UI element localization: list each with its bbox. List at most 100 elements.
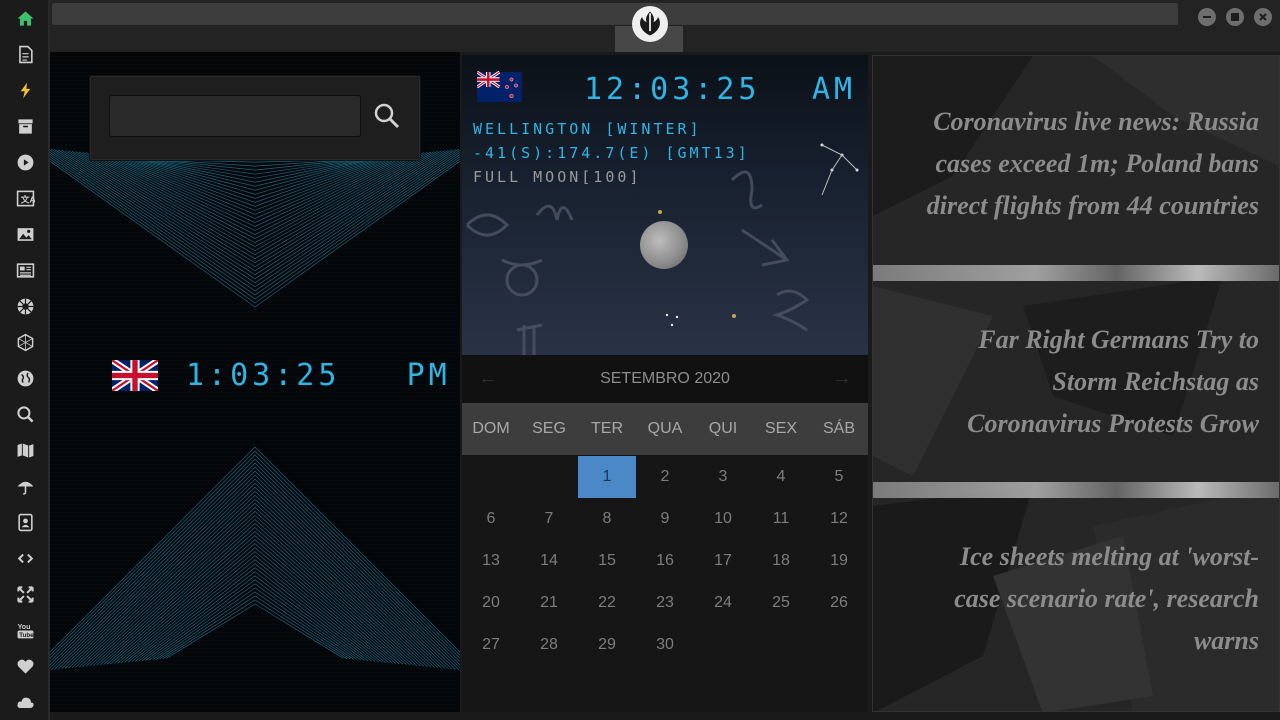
youtube-icon[interactable]: You Tube — [13, 618, 37, 642]
title-bar — [50, 0, 1280, 52]
calendar-day[interactable]: 12 — [810, 498, 868, 540]
search-input[interactable] — [109, 95, 361, 137]
calendar-title: SETEMBRO 2020 — [600, 370, 730, 387]
city-coords: -41(S):174.7(E) [GMT13] — [473, 144, 750, 162]
weekday-label: QUI — [708, 420, 738, 437]
next-month-button[interactable]: → — [831, 367, 853, 389]
news-headline-line: Storm Reichstag as — [1052, 367, 1259, 396]
calendar-header: ← SETEMBRO 2020 → — [462, 355, 868, 403]
svg-text:文A: 文A — [20, 193, 34, 204]
moon-phase: FULL MOON[100] — [473, 168, 642, 186]
remote-ampm: AM — [812, 72, 857, 107]
news-headline[interactable]: Coronavirus live news: Russia cases exce… — [927, 101, 1259, 227]
calendar-day[interactable]: 5 — [810, 456, 868, 498]
calendar-day[interactable]: 8 — [578, 498, 636, 540]
weekday-label: SEG — [532, 420, 566, 437]
archive-icon[interactable] — [13, 114, 37, 138]
weekday-label: QUA — [647, 420, 683, 437]
close-button[interactable] — [1254, 8, 1272, 26]
calendar-day[interactable]: 17 — [694, 540, 752, 582]
maximize-button[interactable] — [1226, 8, 1244, 26]
calendar-day[interactable]: 24 — [694, 582, 752, 624]
calendar-day[interactable]: 7 — [520, 498, 578, 540]
news-headline-line: direct flights from 44 countries — [926, 191, 1259, 220]
weekday-label: TER — [591, 420, 623, 437]
prev-month-button[interactable]: ← — [477, 367, 499, 389]
cloud-icon[interactable] — [13, 690, 37, 714]
calendar-day[interactable]: 11 — [752, 498, 810, 540]
local-ampm: PM — [406, 358, 451, 393]
minimize-button[interactable] — [1198, 8, 1216, 26]
news-headline-line: Coronavirus live news: Russia — [933, 107, 1259, 136]
heart-icon[interactable] — [13, 654, 37, 678]
weekday-label: SÁB — [822, 420, 855, 437]
calendar-day[interactable]: 3 — [694, 456, 752, 498]
calendar-day[interactable]: 21 — [520, 582, 578, 624]
newspaper-icon[interactable] — [13, 258, 37, 282]
search-icon[interactable] — [13, 402, 37, 426]
rebel-logo-icon — [632, 6, 668, 42]
translate-icon[interactable]: 文A — [13, 186, 37, 210]
calendar-day[interactable]: 16 — [636, 540, 694, 582]
svg-text:You: You — [17, 622, 30, 630]
document-icon[interactable] — [13, 42, 37, 66]
news-divider — [873, 265, 1279, 281]
calendar-day[interactable]: 23 — [636, 582, 694, 624]
calendar-day[interactable]: 18 — [752, 540, 810, 582]
expand-icon[interactable] — [13, 582, 37, 606]
news-headline-line: Ice sheets melting at 'worst- — [960, 542, 1259, 571]
calendar-day[interactable]: 10 — [694, 498, 752, 540]
news-headline-line: case scenario rate', research — [954, 584, 1259, 613]
calendar-day[interactable]: 4 — [752, 456, 810, 498]
umbrella-icon[interactable] — [13, 474, 37, 498]
calendar-day[interactable]: 28 — [520, 624, 578, 666]
local-clock-panel: 1:03:25 PM — [50, 52, 460, 712]
image-icon[interactable] — [13, 222, 37, 246]
contacts-icon[interactable] — [13, 510, 37, 534]
calendar-day[interactable]: 27 — [462, 624, 520, 666]
local-time: 1:03:25 — [186, 358, 341, 393]
news-headline-line: Coronavirus Protests Grow — [967, 409, 1259, 438]
news-headline-line: warns — [1193, 626, 1259, 655]
search-button[interactable] — [371, 100, 403, 132]
calendar-day[interactable]: 13 — [462, 540, 520, 582]
news-headline[interactable]: Ice sheets melting at 'worst- case scena… — [954, 536, 1259, 662]
calendar-day[interactable]: 2 — [636, 456, 694, 498]
calendar-day[interactable]: 9 — [636, 498, 694, 540]
search-icon — [374, 103, 400, 129]
uk-flag-icon — [112, 360, 158, 391]
address-bar[interactable] — [52, 3, 1178, 25]
news-headline-line: cases exceed 1m; Poland bans — [935, 149, 1259, 178]
calendar-day[interactable]: 6 — [462, 498, 520, 540]
nz-flag-icon — [477, 71, 522, 102]
map-icon[interactable] — [13, 438, 37, 462]
calendar: ← SETEMBRO 2020 → DOM SEG TER QUA QUI SE… — [462, 355, 868, 712]
empire-icon[interactable] — [13, 294, 37, 318]
calendar-day[interactable]: 29 — [578, 624, 636, 666]
weekday-label: DOM — [472, 420, 510, 437]
play-icon[interactable] — [13, 150, 37, 174]
home-icon[interactable] — [13, 6, 37, 30]
sidebar: 文A You Tube — [0, 0, 50, 720]
svg-text:Tube: Tube — [19, 631, 34, 638]
link-icon[interactable] — [13, 546, 37, 570]
calendar-day[interactable]: 26 — [810, 582, 868, 624]
calendar-day[interactable]: 14 — [520, 540, 578, 582]
calendar-day[interactable]: 22 — [578, 582, 636, 624]
calendar-day-selected[interactable]: 1 — [578, 456, 636, 498]
lightning-icon[interactable] — [13, 78, 37, 102]
calendar-day[interactable]: 20 — [462, 582, 520, 624]
news-divider — [873, 482, 1279, 498]
calendar-day[interactable]: 30 — [636, 624, 694, 666]
hexagon-icon[interactable] — [13, 330, 37, 354]
news-headline[interactable]: Far Right Germans Try to Storm Reichstag… — [967, 319, 1259, 445]
moon-image — [640, 221, 688, 269]
calendar-day[interactable]: 19 — [810, 540, 868, 582]
calendar-day[interactable]: 15 — [578, 540, 636, 582]
calendar-day[interactable]: 25 — [752, 582, 810, 624]
calendar-weekdays: DOM SEG TER QUA QUI SEX SÁB — [462, 403, 868, 455]
globe-icon[interactable] — [13, 366, 37, 390]
remote-time: 12:03:25 — [584, 72, 761, 107]
search-box — [89, 75, 421, 161]
world-clock-panel: 12:03:25 AM WELLINGTON [WINTER] -41(S):1… — [462, 55, 868, 355]
